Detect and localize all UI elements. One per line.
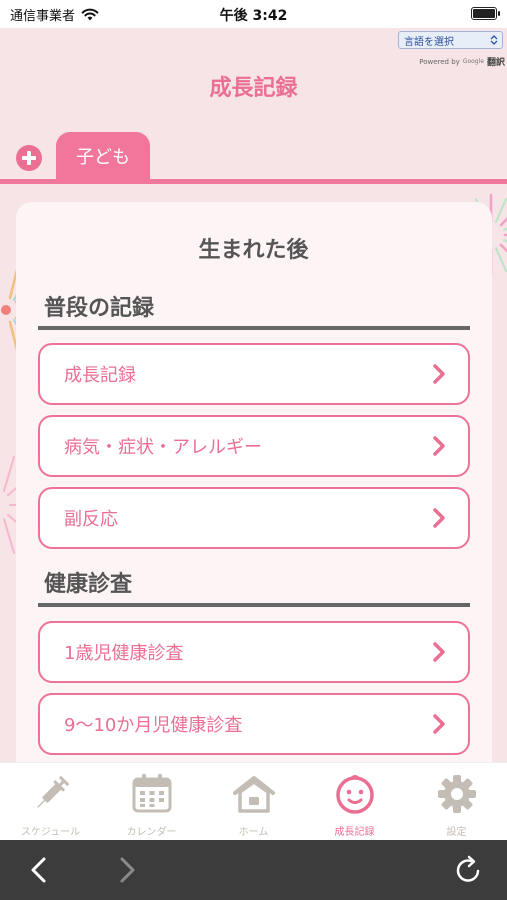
forward-icon[interactable]: [112, 854, 142, 886]
back-icon[interactable]: [24, 854, 54, 886]
tab-underline: [0, 179, 507, 184]
battery-icon: [471, 7, 500, 20]
baby-face-icon: [335, 775, 374, 814]
nav-label: ホーム: [238, 827, 269, 838]
nav-item-schedule[interactable]: スケジュール: [0, 763, 101, 841]
menu-item-9-10mo-checkup[interactable]: 9〜10か月児健康診査: [38, 693, 470, 755]
add-child-button[interactable]: [16, 145, 42, 171]
section-title-daily: 普段の記録: [44, 296, 155, 321]
language-select[interactable]: 言語を選択: [398, 31, 503, 49]
menu-item-side-effects[interactable]: 副反応: [38, 487, 470, 549]
chevron-right-icon: [433, 436, 445, 456]
menu-item-1yr-checkup[interactable]: 1歳児健康診査: [38, 621, 470, 683]
translate-word[interactable]: 翻訳: [487, 55, 505, 68]
chevron-right-icon: [433, 714, 445, 734]
chevron-right-icon: [433, 508, 445, 528]
nav-label: スケジュール: [20, 827, 81, 838]
select-arrows-icon: [490, 35, 498, 45]
menu-item-label: 病気・症状・アレルギー: [64, 437, 262, 458]
reload-icon[interactable]: [454, 854, 484, 886]
nav-item-settings[interactable]: 設定: [406, 763, 507, 841]
nav-item-home[interactable]: ホーム: [203, 763, 304, 841]
chevron-right-icon: [433, 642, 445, 662]
menu-item-label: 成長記録: [64, 365, 136, 386]
bottom-nav: スケジュール カレンダー ホーム 成長記録 設定: [0, 762, 507, 840]
menu-item-label: 1歳児健康診査: [64, 643, 184, 664]
menu-item-label: 9〜10か月児健康診査: [64, 715, 243, 736]
browser-toolbar: [0, 840, 507, 900]
syringe-icon: [36, 776, 69, 808]
nav-item-calendar[interactable]: カレンダー: [101, 763, 202, 841]
translate-attribution: Powered by Google 翻訳: [419, 55, 505, 69]
status-time: 午後 3:42: [219, 8, 288, 24]
language-select-label: 言語を選択: [404, 36, 454, 48]
section-divider: [38, 603, 470, 607]
menu-item-illness[interactable]: 病気・症状・アレルギー: [38, 415, 470, 477]
status-bar: 通信事業者 午後 3:42: [0, 0, 507, 28]
house-icon: [232, 776, 275, 813]
tab-child[interactable]: 子ども: [56, 132, 150, 180]
menu-item-label: 副反応: [64, 509, 118, 530]
page-title: 成長記録: [209, 76, 298, 101]
nav-label: 成長記録: [334, 827, 375, 838]
section-title-checkups: 健康診査: [44, 572, 133, 597]
section-divider: [38, 326, 470, 330]
google-logo: Google: [462, 58, 484, 65]
gear-icon: [437, 775, 476, 813]
nav-item-growth-record[interactable]: 成長記録: [304, 763, 405, 841]
powered-by-text: Powered by: [419, 57, 460, 66]
calendar-icon: [132, 774, 171, 813]
card-title: 生まれた後: [198, 238, 309, 263]
nav-label: 設定: [446, 827, 467, 838]
tab-child-label: 子ども: [76, 147, 130, 168]
nav-label: カレンダー: [126, 827, 177, 838]
menu-item-growth-record[interactable]: 成長記録: [38, 343, 470, 405]
chevron-right-icon: [433, 364, 445, 384]
